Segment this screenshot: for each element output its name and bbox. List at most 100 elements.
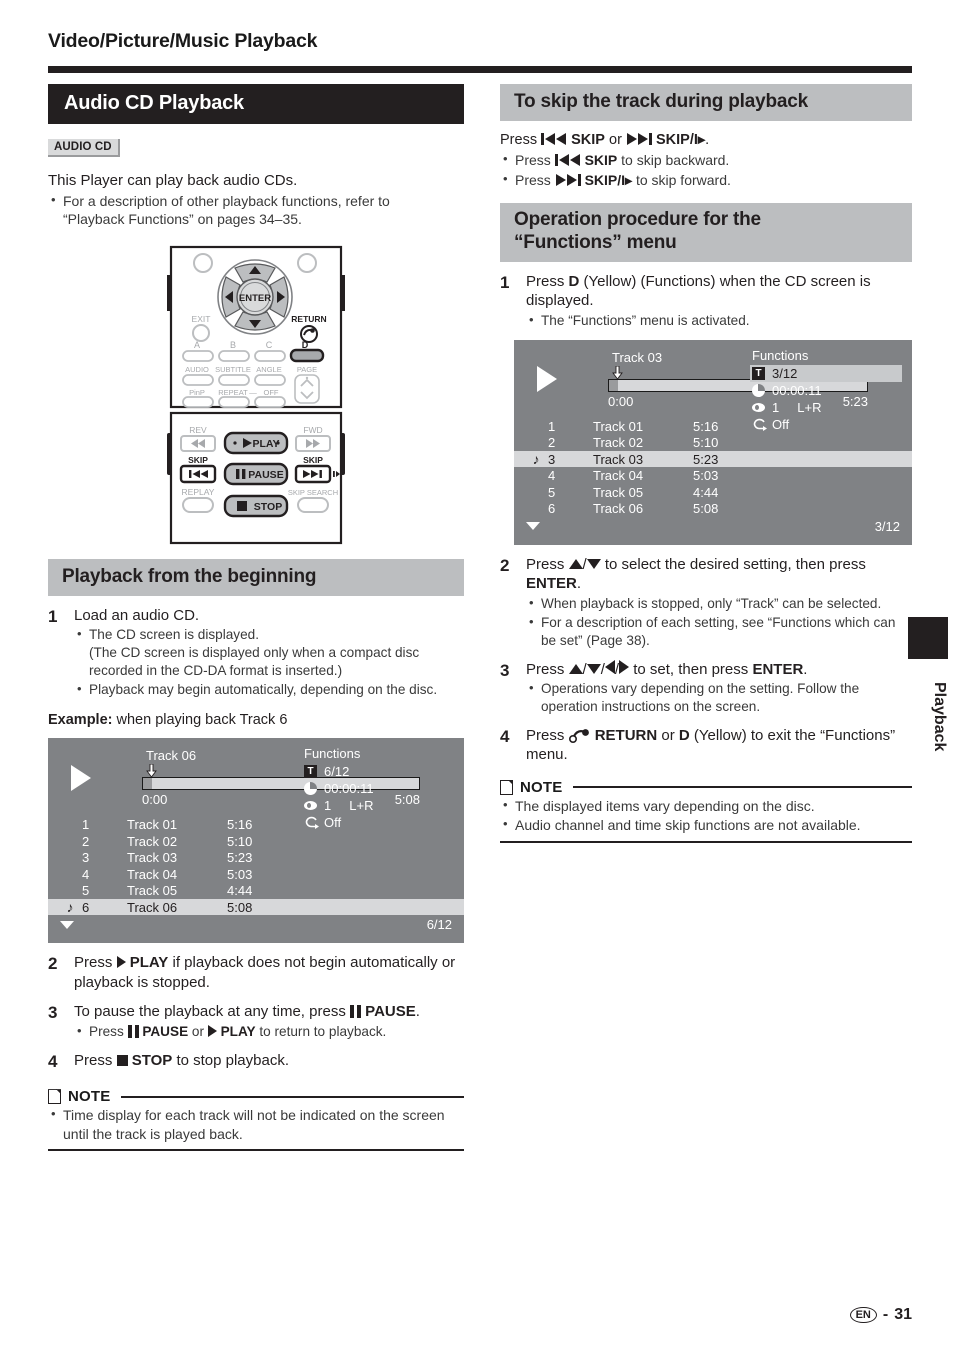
step-2: 2 Press PLAY if playback does not begin … [48,953,464,992]
step-number: 3 [500,660,510,680]
example-caption: Example: when playing back Track 6 [48,711,464,730]
functions-row-track[interactable]: T 3/12 [750,364,902,382]
return-icon [568,729,589,743]
step-lead: Load an audio CD. [74,606,200,624]
section-title-line-2: “Functions” menu [514,232,677,254]
enter-button-label: ENTER [526,575,577,593]
svg-text:STOP: STOP [254,501,282,513]
arrow-right-icon [619,659,630,674]
play-button-label: PLAY [129,954,169,972]
track-duration: 5:16 [693,418,719,434]
track-row[interactable]: 5 Track 05 4:44 [514,484,912,501]
step-bullets: The CD screen is displayed. (The CD scre… [74,625,464,699]
track-row[interactable]: 3 Track 03 5:23 [48,849,464,866]
music-note-icon: ♪ [532,451,540,467]
note-icon [48,1089,61,1104]
step-text: Press [74,954,113,972]
step-text: Press [526,660,565,678]
track-row[interactable]: 2 Track 02 5:10 [514,434,912,451]
functions-time-value: 00:00:11 [324,781,374,797]
section-title-functions-procedure: Operation procedure for the “Functions” … [500,203,912,262]
step-number: 2 [500,555,510,575]
clock-icon [752,383,772,397]
functions-row-repeat[interactable]: Off [302,814,454,831]
functions-row-audio[interactable]: 1 L+R [302,797,454,814]
track-name: Track 06 [593,501,644,516]
svg-text:OFF: OFF [264,388,279,397]
step-bullets: Operations vary depending on the setting… [526,679,912,716]
step-text: Press [526,555,565,573]
step-number: 4 [500,726,510,746]
functions-row-track[interactable]: T 6/12 [302,763,454,780]
track-row[interactable]: 6 Track 06 5:08 [514,500,912,517]
track-row[interactable]: ♪ 6 Track 06 5:08 [48,898,464,916]
elapsed-time: 0:00 [608,393,634,409]
step-text: Press [526,272,565,290]
progress-fill [609,379,618,391]
step-text: to set, then press [633,660,749,678]
right-column: To skip the track during playback Press … [500,84,912,843]
functions-repeat-value: Off [772,416,790,432]
track-name: Track 02 [593,435,644,450]
play-button-label: PLAY [220,1023,256,1039]
track-row[interactable]: ♪ 3 Track 03 5:23 [514,450,912,468]
clock-icon [304,782,324,796]
track-duration: 4:44 [693,484,719,500]
track-row[interactable]: 5 Track 05 4:44 [48,882,464,899]
track-index: 6 [82,899,90,915]
track-name: Track 04 [593,468,644,483]
track-index: 4 [548,468,556,483]
functions-row-repeat[interactable]: Off [750,416,902,433]
track-duration: 5:03 [227,866,253,882]
arrow-down-icon [586,663,601,674]
list-item: (The CD screen is displayed only when a … [89,645,420,679]
track-icon: T [304,765,324,779]
svg-text:ENTER: ENTER [239,293,271,304]
step-text: To pause the playback at any time, press [74,1003,346,1021]
list-item: Press SKIP/I▸ to skip forward. [500,170,912,189]
track-index: 1 [548,418,556,434]
functions-row-time[interactable]: 00:00:11 [302,780,454,797]
language-badge: EN [849,1306,877,1324]
skip-backward-icon [554,154,580,167]
note-block-right: NOTE The displayed items vary depending … [500,779,912,843]
repeat-icon [304,816,324,830]
note-header: NOTE [500,779,912,796]
note-list: The displayed items vary depending on th… [500,796,912,835]
track-index: 3 [548,451,556,467]
bullet-text: Press [515,171,551,188]
list-item: When playback is stopped, only “Track” c… [526,594,912,613]
page-title: Video/Picture/Music Playback [48,30,318,52]
note-bottom-rule [48,1149,464,1152]
page-counter: 3/12 [874,518,900,534]
audio-channel-icon [752,402,772,412]
step-text: . [705,132,710,148]
step-1: 1 Load an audio CD. The CD screen is dis… [48,606,464,699]
skip-forward-icon [555,173,581,186]
functions-row-audio[interactable]: 1 L+R [750,399,902,416]
list-item: The displayed items vary depending on th… [500,796,912,815]
step-text: to stop playback. [176,1051,290,1069]
scroll-down-icon[interactable] [60,920,74,929]
track-duration: 5:03 [693,468,719,483]
cd-screen-example-right: Track 03 0:00 5:23 Functions T 3/12 00:0… [514,339,912,545]
track-duration: 5:10 [693,435,719,450]
scroll-down-icon[interactable] [526,522,540,531]
track-row[interactable]: 4 Track 04 5:03 [48,866,464,883]
track-name: Track 02 [127,833,178,849]
note-block-left: NOTE Time display for each track will no… [48,1088,464,1152]
step-lead: Press / to select the desired setting, t… [526,555,912,594]
svg-text:PAGE: PAGE [297,365,317,374]
list-item: Playback may begin automatically, depend… [74,680,464,699]
track-row[interactable]: 2 Track 02 5:10 [48,833,464,850]
svg-text:C: C [266,340,273,350]
step-lead: Press D (Yellow) (Functions) when the CD… [526,272,912,311]
step-lead: Press STOP to stop playback. [74,1051,464,1071]
step-lead: To pause the playback at any time, press… [74,1002,464,1022]
skip-button-label: SKIP [571,132,605,148]
example-label: Example: [48,712,113,729]
step-bullets: When playback is stopped, only “Track” c… [526,594,912,650]
functions-row-time[interactable]: 00:00:11 [750,382,902,399]
svg-text:REPLAY: REPLAY [182,487,215,497]
track-row[interactable]: 4 Track 04 5:03 [514,467,912,484]
